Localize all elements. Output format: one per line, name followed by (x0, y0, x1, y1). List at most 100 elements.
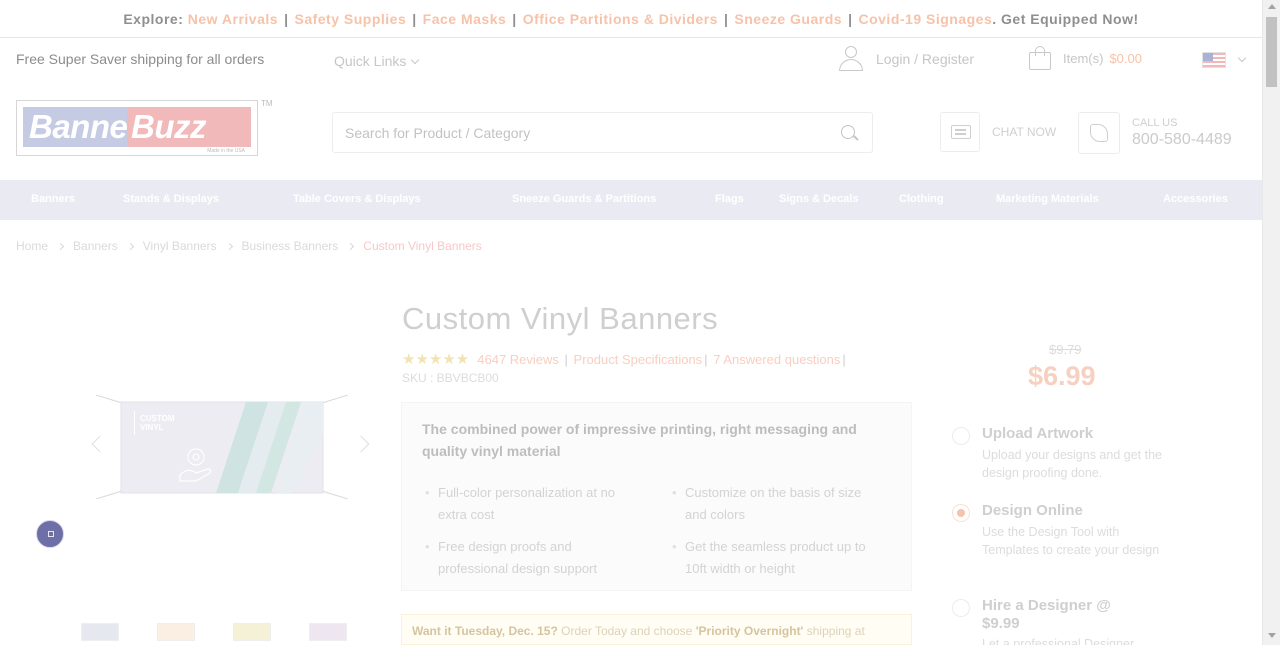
promo-separator: | (512, 11, 517, 27)
product-sku: SKU : BBVBCB00 (402, 371, 499, 385)
breadcrumb: Home Banners Vinyl Banners Business Banners… (16, 239, 482, 253)
chat-widget-icon (48, 531, 54, 537)
thumbnail-2[interactable] (157, 623, 195, 641)
nav-item-flags[interactable]: Flags (715, 193, 744, 205)
quick-links-dropdown[interactable]: Quick Links (334, 53, 420, 69)
feature-item: Full-color personalization at no extra c… (422, 482, 622, 526)
us-flag-icon[interactable] (1202, 52, 1226, 68)
delivery-option: 'Priority Overnight' (695, 624, 804, 638)
delivery-date: Want it Tuesday, Dec. 15? (412, 624, 558, 638)
promo-suffix: . Get Equipped Now! (992, 11, 1139, 27)
product-image[interactable]: CUSTOM VINYL (96, 395, 348, 499)
main-nav: Banners Stands & Displays Table Covers &… (0, 180, 1262, 220)
radio-design-online[interactable] (952, 504, 970, 522)
option-description: Use the Design Tool with Templates to cr… (982, 525, 1160, 557)
answered-questions-link[interactable]: 7 Answered questions (713, 352, 840, 367)
page-scrollbar[interactable] (1262, 0, 1280, 645)
gallery-next-button[interactable] (352, 435, 370, 453)
chevron-down-icon[interactable] (1237, 53, 1247, 63)
chevron-right-icon (347, 242, 355, 251)
delivery-notice: Want it Tuesday, Dec. 15? Order Today an… (401, 614, 912, 645)
option-title: Hire a Designer @ $9.99 (982, 597, 1111, 632)
logo-text-buzz: Buzz (127, 107, 251, 147)
logo-tagline: Made in the USA (207, 148, 245, 154)
option-title: Design Online (982, 502, 1083, 519)
promo-link-safety-supplies[interactable]: Safety Supplies (294, 11, 406, 27)
site-logo[interactable]: Banner Buzz Made in the USA (16, 100, 258, 156)
nav-item-signs-decals[interactable]: Signs & Decals (779, 193, 858, 205)
nav-item-clothing[interactable]: Clothing (899, 193, 944, 205)
sale-price: $6.99 (1028, 361, 1096, 391)
promo-separator: | (723, 11, 729, 27)
cart-label: Item(s) $0.00 (1063, 50, 1142, 66)
phone-icon (1078, 112, 1120, 154)
breadcrumb-banners[interactable]: Banners (73, 239, 118, 253)
feature-item: Free design proofs and professional desi… (422, 536, 622, 580)
promo-link-office-partitions[interactable]: Office Partitions & Dividers (523, 11, 718, 27)
search-bar (332, 112, 873, 153)
scroll-down-arrow-icon[interactable] (1268, 633, 1276, 638)
banner-text-custom: CUSTOM (140, 414, 175, 423)
nav-item-banners[interactable]: Banners (31, 193, 75, 205)
separator: | (842, 352, 846, 367)
search-icon[interactable] (841, 125, 855, 139)
call-us-link[interactable]: CALL US 800-580-4489 (1078, 112, 1232, 154)
chat-now-link[interactable]: CHAT NOW (940, 112, 1056, 152)
phone-number: 800-580-4489 (1132, 131, 1232, 148)
promo-separator: | (284, 11, 289, 27)
feature-item: Get the seamless product up to 10ft widt… (669, 536, 869, 580)
feature-box: The combined power of impressive printin… (401, 402, 912, 591)
reviews-link[interactable]: 4647 Reviews (477, 352, 559, 367)
thumbnail-1[interactable] (81, 623, 119, 641)
nav-item-marketing-materials[interactable]: Marketing Materials (996, 193, 1099, 205)
promo-explore: Explore: (123, 11, 184, 27)
product-specifications-link[interactable]: Product Specifications (574, 352, 703, 367)
nav-item-stands-displays[interactable]: Stands & Displays (123, 193, 219, 205)
quick-links-label: Quick Links (334, 53, 407, 69)
chevron-right-icon (126, 242, 134, 251)
chat-widget-button[interactable] (36, 520, 64, 548)
scrollbar-thumb[interactable] (1266, 17, 1277, 87)
nav-item-sneeze-guards[interactable]: Sneeze Guards & Partitions (512, 193, 656, 205)
radio-hire-designer[interactable] (952, 599, 970, 617)
breadcrumb-vinyl-banners[interactable]: Vinyl Banners (143, 239, 217, 253)
radio-upload-artwork[interactable] (952, 427, 970, 445)
breadcrumb-home[interactable]: Home (16, 239, 48, 253)
cart-total: $0.00 (1109, 50, 1142, 66)
promo-separator: | (412, 11, 417, 27)
breadcrumb-current: Custom Vinyl Banners (363, 239, 482, 253)
logo-text-banner: Banner (23, 107, 140, 147)
option-title: Upload Artwork (982, 425, 1094, 442)
cart-link[interactable]: Item(s) $0.00 (1029, 46, 1142, 70)
option-description: Upload your designs and get the design p… (982, 448, 1162, 480)
promo-separator: | (848, 11, 853, 27)
promo-link-sneeze-guards[interactable]: Sneeze Guards (734, 11, 842, 27)
separator: | (564, 352, 568, 367)
banner-text-vinyl: VINYL (140, 423, 164, 432)
chevron-down-icon (411, 55, 420, 65)
promo-link-covid-signages[interactable]: Covid-19 Signages (858, 11, 992, 27)
breadcrumb-business-banners[interactable]: Business Banners (242, 239, 339, 253)
user-icon (838, 46, 864, 72)
chat-icon (940, 112, 980, 152)
nav-item-table-covers[interactable]: Table Covers & Displays (293, 193, 421, 205)
search-input[interactable] (333, 113, 803, 152)
scroll-up-arrow-icon[interactable] (1268, 4, 1276, 9)
product-title: Custom Vinyl Banners (402, 301, 719, 336)
promo-bar: Explore: New Arrivals | Safety Supplies | Fa… (0, 0, 1262, 38)
chevron-right-icon (56, 242, 65, 251)
original-price: $9.79 (1049, 342, 1082, 357)
nav-item-accessories[interactable]: Accessories (1163, 193, 1228, 205)
login-register-link[interactable]: Login / Register (838, 45, 974, 73)
call-us-label: CALL US (1132, 117, 1178, 129)
login-label: Login / Register (876, 51, 975, 67)
feature-item: Customize on the basis of size and color… (669, 482, 869, 526)
logo-trademark: TM (261, 99, 273, 108)
promo-link-face-masks[interactable]: Face Masks (423, 11, 507, 27)
rating-row: ★★★★★ 4647 Reviews | Product Specificatio… (402, 350, 848, 368)
thumbnail-3[interactable] (233, 623, 271, 641)
promo-link-new-arrivals[interactable]: New Arrivals (188, 11, 278, 27)
shipping-note: Free Super Saver shipping for all orders (16, 51, 265, 67)
thumbnail-4[interactable] (309, 623, 347, 641)
chat-now-label: CHAT NOW (992, 125, 1057, 139)
